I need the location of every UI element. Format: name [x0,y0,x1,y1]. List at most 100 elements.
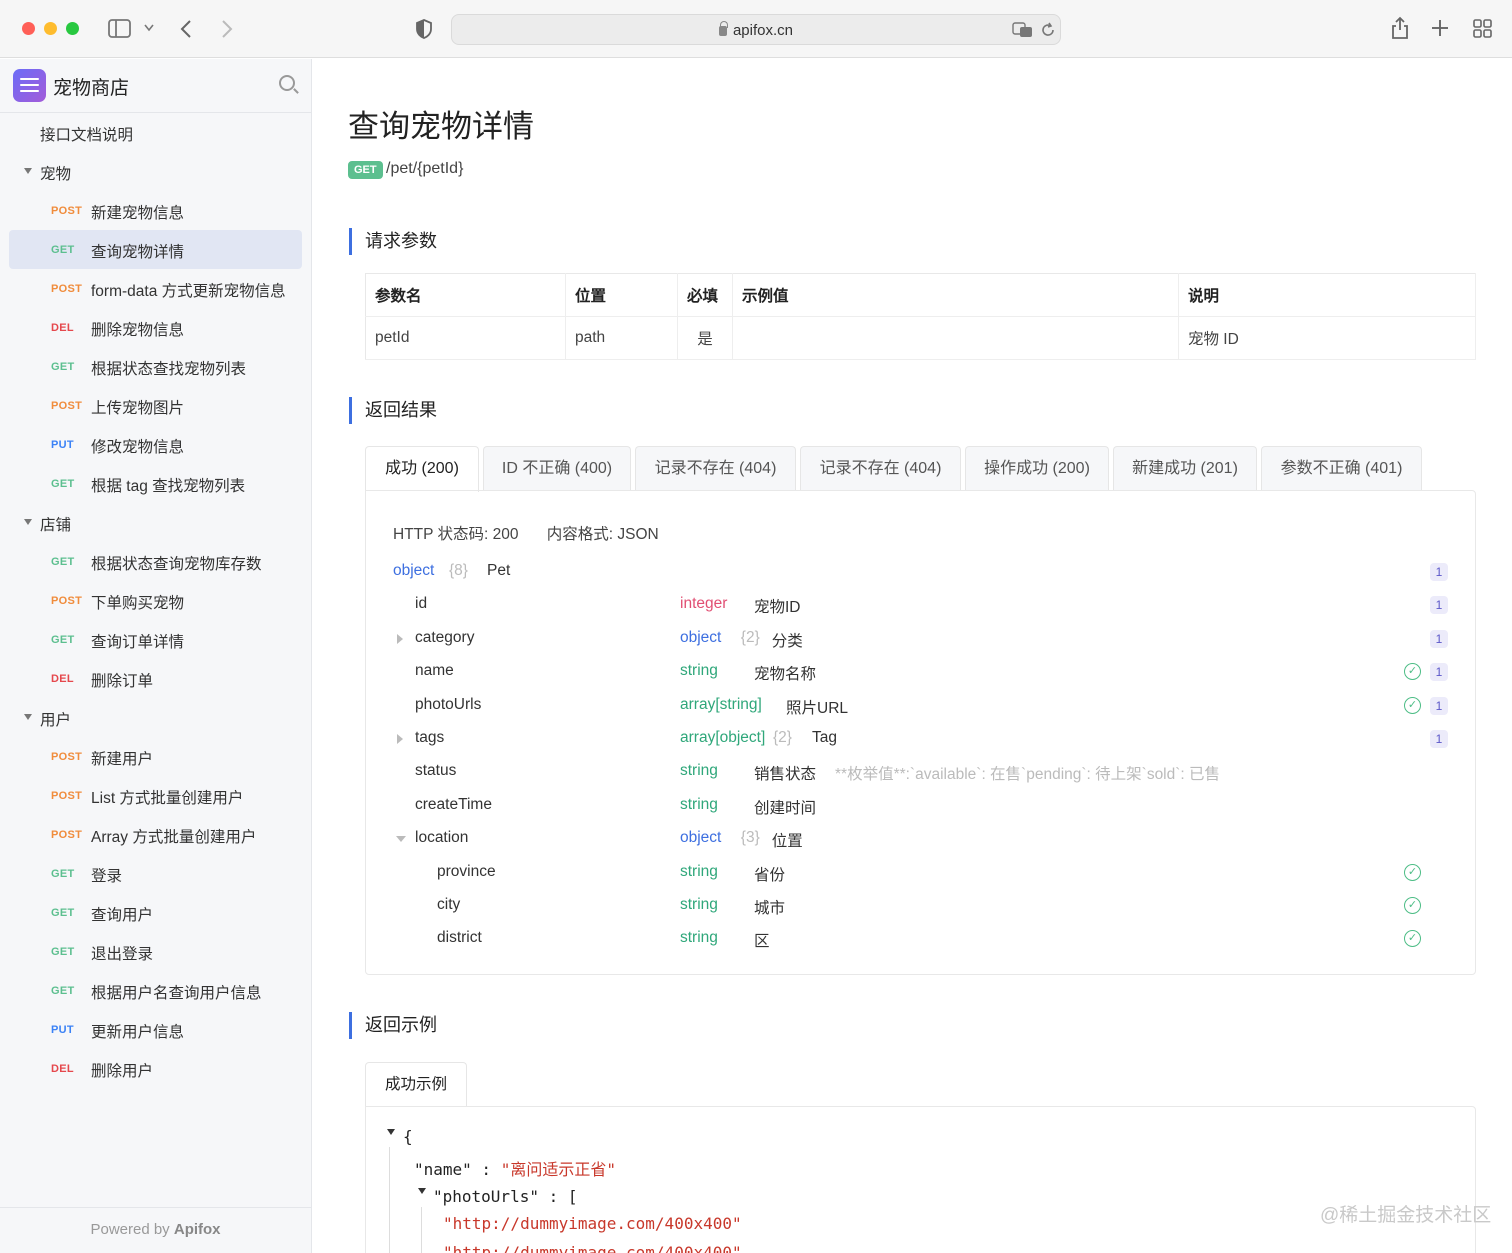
sidebar-item-label: 查询订单详情 [91,634,185,651]
sidebar-item-api[interactable]: GET 根据用户名查询用户信息 [0,971,311,1010]
sidebar-item-label: 下单购买宠物 [91,595,185,612]
schema-row: createTime string 创建时间 [366,789,1475,822]
expand-down-icon[interactable] [396,836,406,843]
sidebar-item-api[interactable]: POST 新建用户 [0,737,311,776]
address-bar[interactable]: apifox.cn [451,14,1061,45]
schema-row: tags array[object] {2} Tag 1 [366,722,1475,755]
powered-by[interactable]: Powered by Apifox [0,1207,311,1253]
sidebar-item-api[interactable]: GET 查询用户 [0,893,311,932]
sidebar-item-api[interactable]: GET 根据状态查找宠物列表 [0,347,311,386]
sidebar-item-api[interactable]: POST List 方式批量创建用户 [0,776,311,815]
column-header: 位置 [565,273,678,317]
expand-right-icon[interactable] [397,633,403,644]
chevron-down-icon[interactable] [144,24,154,32]
schema-row: id integer 宠物ID 1 [366,588,1475,621]
field-description: 创建时间 [754,799,817,817]
field-description: 城市 [754,900,786,917]
back-arrow-icon[interactable] [180,19,192,39]
tab-400[interactable]: ID 不正确 (400) [483,446,631,491]
sidebar-item-api[interactable]: GET 查询订单详情 [0,620,311,659]
count-badge: 1 [1430,563,1448,581]
tab-success-example[interactable]: 成功示例 [365,1062,467,1107]
sidebar-item-api[interactable]: GET 根据状态查询宠物库存数 [0,542,311,581]
caret-down-icon[interactable] [24,519,32,525]
method-label: GET [51,244,75,256]
sidebar-item-api[interactable]: POST 上传宠物图片 [0,386,311,425]
method-label: POST [51,751,83,763]
tab-200[interactable]: 成功 (200) [365,446,479,492]
sidebar-item-api[interactable]: POST 新建宠物信息 [0,191,311,230]
tab-201[interactable]: 新建成功 (201) [1113,446,1257,491]
collapse-icon[interactable] [418,1188,426,1194]
tab-401[interactable]: 参数不正确 (401) [1261,446,1422,491]
expand-right-icon[interactable] [397,734,403,744]
schema-row: district string 区 ✓ [366,922,1475,955]
sidebar-item-api[interactable]: POST Array 方式批量创建用户 [0,815,311,854]
sidebar-item-api[interactable]: PUT 修改宠物信息 [0,425,311,464]
sidebar-item-api[interactable]: GET 查询宠物详情 [9,230,302,269]
method-label: POST [51,400,83,412]
field-type: string [680,662,718,680]
privacy-shield-icon[interactable] [415,19,433,39]
sidebar-group[interactable]: 宠物 [0,152,311,191]
table-cell: 是 [677,316,733,360]
method-label: PUT [51,1024,74,1036]
browser-toolbar: apifox.cn [0,0,1512,58]
sidebar-item-api[interactable]: GET 登录 [0,854,311,893]
field-type: string [680,762,718,780]
field-description: 宠物名称 [754,666,817,684]
caret-down-icon[interactable] [24,168,32,174]
sidebar-group[interactable]: 用户 [0,698,311,737]
method-label: GET [51,478,75,490]
sidebar-item-api[interactable]: GET 根据 tag 查找宠物列表 [0,464,311,503]
field-description: 照片URL [786,699,849,717]
field-description: 区 [754,933,770,951]
required-check-icon: ✓ [1404,863,1421,881]
close-window-button[interactable] [22,22,35,35]
page-title: 查询宠物详情 [348,109,534,144]
forward-arrow-icon[interactable] [221,19,233,39]
reload-icon[interactable] [1040,22,1056,38]
sidebar-item-label: 删除宠物信息 [91,322,185,339]
translate-icon[interactable] [1012,22,1034,38]
sidebar-item-api[interactable]: POST 下单购买宠物 [0,581,311,620]
response-panel: HTTP 状态码: 200 内容格式: JSON object {8} Pet 1 id… [365,490,1476,975]
tab-404[interactable]: 记录不存在 (404) [635,446,796,491]
sidebar-item-label: 退出登录 [91,946,154,963]
sidebar-toggle-icon[interactable] [108,19,132,39]
share-icon[interactable] [1390,16,1410,40]
tab-404-b[interactable]: 记录不存在 (404) [800,446,961,491]
main-content: 查询宠物详情 GET /pet/{petId} 请求参数 参数名 位置 必填 示… [312,59,1512,1253]
tab-200-ok[interactable]: 操作成功 (200) [965,446,1109,491]
sidebar-item-api[interactable]: GET 退出登录 [0,932,311,971]
method-label: GET [51,361,75,373]
count-badge: 1 [1430,730,1448,748]
code-open-brace: { [403,1127,413,1146]
field-type: array[string] [680,695,762,713]
field-description: 宠物ID [754,599,801,617]
sidebar-item-label: 删除用户 [91,1063,154,1080]
method-label: POST [51,829,83,841]
collapse-icon[interactable] [387,1129,395,1135]
sidebar-item-api[interactable]: DEL 删除订单 [0,659,311,698]
sidebar-item-api[interactable]: POST form-data 方式更新宠物信息 [0,269,311,308]
sidebar-item-api[interactable]: PUT 更新用户信息 [0,1010,311,1049]
search-icon[interactable] [279,75,295,91]
sidebar-item-label: List 方式批量创建用户 [91,790,244,807]
sidebar-item-label: form-data 方式更新宠物信息 [91,283,286,300]
new-tab-icon[interactable] [1431,19,1449,37]
sidebar-item-api[interactable]: DEL 删除用户 [0,1049,311,1088]
sidebar-item-doc[interactable]: 接口文档说明 [0,113,311,152]
sidebar-item-label: 新建用户 [91,751,154,768]
table-header-row: 参数名 位置 必填 示例值 说明 [365,273,1476,317]
minimize-window-button[interactable] [44,22,57,35]
sidebar-item-api[interactable]: DEL 删除宠物信息 [0,308,311,347]
zoom-window-button[interactable] [66,22,79,35]
sidebar-group[interactable]: 店铺 [0,503,311,542]
caret-down-icon[interactable] [24,714,32,720]
sidebar: 宠物商店 接口文档说明 宠物 POST 新建宠物信息 GET 查询宠物详情 POST form… [0,59,312,1253]
sidebar-header: 宠物商店 [0,59,311,113]
tab-overview-icon[interactable] [1473,19,1492,38]
required-check-icon: ✓ [1404,897,1421,914]
section-response: 返回结果 [349,397,437,424]
